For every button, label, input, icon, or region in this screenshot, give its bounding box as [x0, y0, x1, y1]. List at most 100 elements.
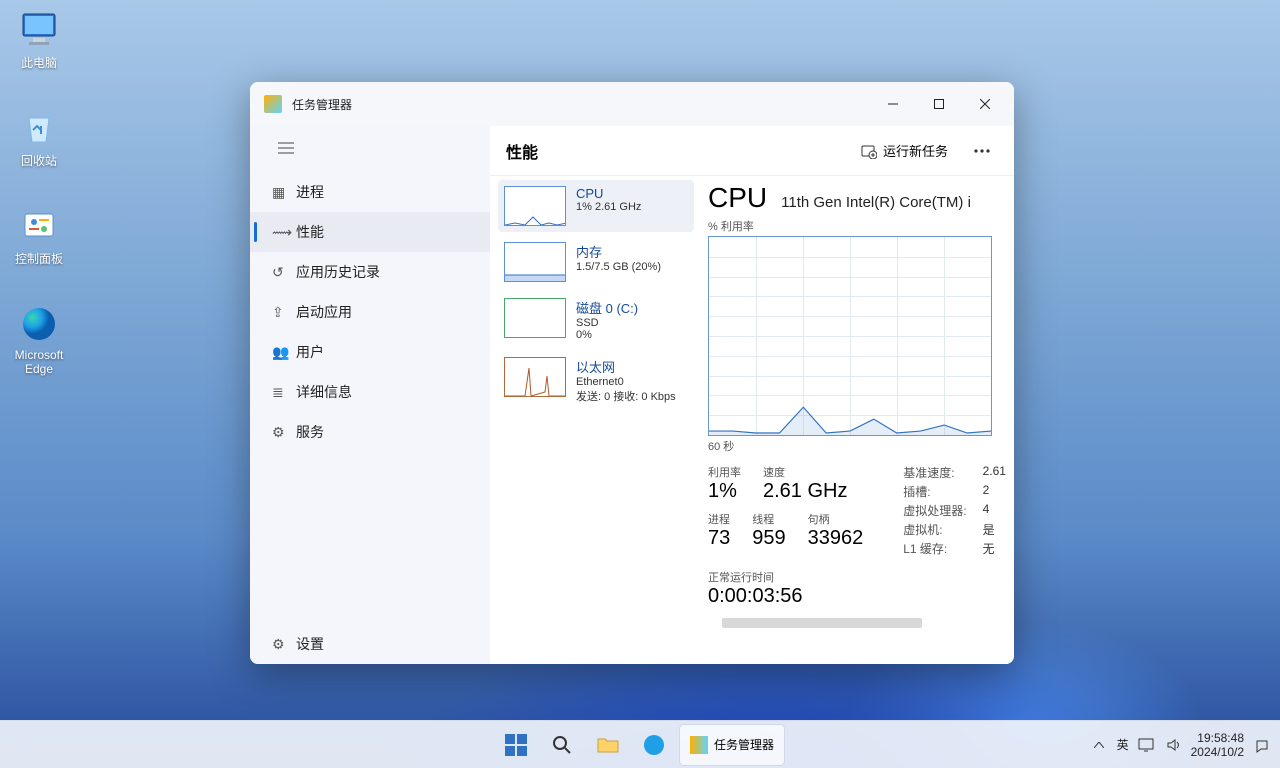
nav-label: 服务: [296, 422, 324, 442]
task-manager-window: 任务管理器 ▦进程 ⟿性能 ↺应用历史记录 ⇪启动应用 👥用户 ≣详细信息 ⚙服…: [250, 82, 1014, 664]
sidebar: ▦进程 ⟿性能 ↺应用历史记录 ⇪启动应用 👥用户 ≣详细信息 ⚙服务 ⚙设置: [250, 126, 490, 664]
resource-sub2: 0%: [576, 329, 638, 341]
tray-monitor-icon[interactable]: [1135, 725, 1157, 765]
nav-processes[interactable]: ▦进程: [250, 172, 490, 212]
start-button[interactable]: [496, 725, 536, 765]
page-title: 性能: [506, 139, 538, 163]
horizontal-scrollbar[interactable]: [722, 618, 922, 628]
clock[interactable]: 19:58:48 2024/10/2: [1191, 731, 1244, 759]
thread-label: 线程: [752, 511, 785, 527]
resource-name: 内存: [576, 242, 661, 261]
grid-icon: ▦: [272, 184, 296, 201]
nav-label: 进程: [296, 182, 324, 202]
speed-value: 2.61 GHz: [763, 480, 847, 503]
edge-icon: [17, 302, 61, 346]
disk-thumb: [504, 298, 566, 338]
resource-name: CPU: [576, 186, 641, 201]
cpu-facts: 基准速度:2.61 插槽:2 虚拟处理器:4 虚拟机:是 L1 缓存:无: [903, 464, 1006, 557]
titlebar[interactable]: 任务管理器: [250, 82, 1014, 126]
nav-label: 启动应用: [296, 302, 352, 322]
clock-time: 19:58:48: [1191, 731, 1244, 745]
desktop-icon-label: 回收站: [0, 152, 78, 169]
proc-label: 进程: [708, 511, 730, 527]
thread-value: 959: [752, 527, 785, 550]
users-icon: 👥: [272, 344, 296, 361]
nav-startup[interactable]: ⇪启动应用: [250, 292, 490, 332]
nav-label: 性能: [296, 222, 324, 242]
desktop-icon-label: 此电脑: [0, 54, 78, 71]
desktop-icon-control-panel[interactable]: 控制面板: [0, 204, 78, 267]
nav-label: 详细信息: [296, 382, 352, 402]
resource-sub: 1.5/7.5 GB (20%): [576, 261, 661, 273]
clock-date: 2024/10/2: [1191, 745, 1244, 759]
detail-title: CPU: [708, 182, 767, 214]
control-panel-icon: [17, 204, 61, 248]
pulse-icon: ⟿: [272, 224, 296, 241]
resource-sub2: 发送: 0 接收: 0 Kbps: [576, 388, 676, 404]
desktop-icon-edge[interactable]: Microsoft Edge: [0, 302, 78, 376]
history-icon: ↺: [272, 264, 296, 281]
window-title: 任务管理器: [292, 96, 352, 113]
task-manager-icon: [690, 736, 708, 754]
cpu-line-icon: [709, 237, 991, 435]
pct-label: % 利用率: [708, 218, 1010, 234]
recycle-icon: [17, 106, 61, 150]
resource-sub: SSD: [576, 317, 638, 329]
new-task-icon: [861, 143, 877, 159]
task-manager-taskbar-button[interactable]: 任务管理器: [680, 725, 784, 765]
nav-app-history[interactable]: ↺应用历史记录: [250, 252, 490, 292]
speed-icon: ⇪: [272, 304, 296, 321]
eth-thumb: [504, 357, 566, 397]
resource-cpu[interactable]: CPU1% 2.61 GHz: [498, 180, 694, 232]
resource-ethernet[interactable]: 以太网Ethernet0发送: 0 接收: 0 Kbps: [498, 351, 694, 410]
resource-list: CPU1% 2.61 GHz 内存1.5/7.5 GB (20%) 磁盘 0 (…: [490, 176, 702, 664]
resource-sub: 1% 2.61 GHz: [576, 201, 641, 213]
taskbar-app-label: 任务管理器: [714, 736, 774, 753]
more-menu-button[interactable]: [966, 135, 998, 167]
uptime-label: 正常运行时间: [708, 569, 1010, 585]
computer-icon: [17, 8, 61, 52]
resource-memory[interactable]: 内存1.5/7.5 GB (20%): [498, 236, 694, 288]
nav-users[interactable]: 👥用户: [250, 332, 490, 372]
handle-value: 33962: [808, 527, 864, 550]
volume-icon[interactable]: [1163, 725, 1185, 765]
close-button[interactable]: [962, 88, 1008, 120]
sixty-label: 60 秒: [708, 438, 1010, 454]
handle-label: 句柄: [808, 511, 864, 527]
nav-settings[interactable]: ⚙设置: [250, 624, 490, 664]
desktop-icon-recycle[interactable]: 回收站: [0, 106, 78, 169]
tray-chevron[interactable]: [1087, 725, 1111, 765]
resource-name: 磁盘 0 (C:): [576, 298, 638, 317]
ime-indicator[interactable]: 英: [1117, 736, 1129, 753]
minimize-button[interactable]: [870, 88, 916, 120]
nav-details[interactable]: ≣详细信息: [250, 372, 490, 412]
cpu-graph[interactable]: [708, 236, 992, 436]
hamburger-button[interactable]: [266, 128, 306, 168]
nav-label: 用户: [296, 342, 324, 362]
detail-panel: CPU 11th Gen Intel(R) Core(TM) i % 利用率: [702, 176, 1014, 664]
mem-thumb: [504, 242, 566, 282]
edge-button[interactable]: [634, 725, 674, 765]
resource-disk[interactable]: 磁盘 0 (C:)SSD0%: [498, 292, 694, 347]
resource-name: 以太网: [576, 357, 676, 376]
desktop-icon-computer[interactable]: 此电脑: [0, 8, 78, 71]
proc-value: 73: [708, 527, 730, 550]
notifications-button[interactable]: [1250, 725, 1274, 765]
nav-services[interactable]: ⚙服务: [250, 412, 490, 452]
settings-icon: ⚙: [272, 636, 296, 653]
desktop: 此电脑 回收站 控制面板 Microsoft Edge 任务管理器 ▦进程 ⟿性…: [0, 0, 1280, 768]
gear-icon: ⚙: [272, 424, 296, 441]
nav-label: 设置: [296, 634, 324, 654]
util-label: 利用率: [708, 464, 741, 480]
nav-performance[interactable]: ⟿性能: [250, 212, 490, 252]
taskbar[interactable]: 任务管理器 英 19:58:48 2024/10/2: [0, 720, 1280, 768]
nav-label: 应用历史记录: [296, 262, 380, 282]
uptime-value: 0:00:03:56: [708, 585, 1010, 608]
explorer-button[interactable]: [588, 725, 628, 765]
maximize-button[interactable]: [916, 88, 962, 120]
search-button[interactable]: [542, 725, 582, 765]
cpu-name: 11th Gen Intel(R) Core(TM) i: [781, 194, 971, 211]
app-icon: [264, 95, 282, 113]
content-area: 性能 运行新任务 CPU1% 2.61 GHz: [490, 126, 1014, 664]
run-new-task-button[interactable]: 运行新任务: [851, 135, 958, 166]
